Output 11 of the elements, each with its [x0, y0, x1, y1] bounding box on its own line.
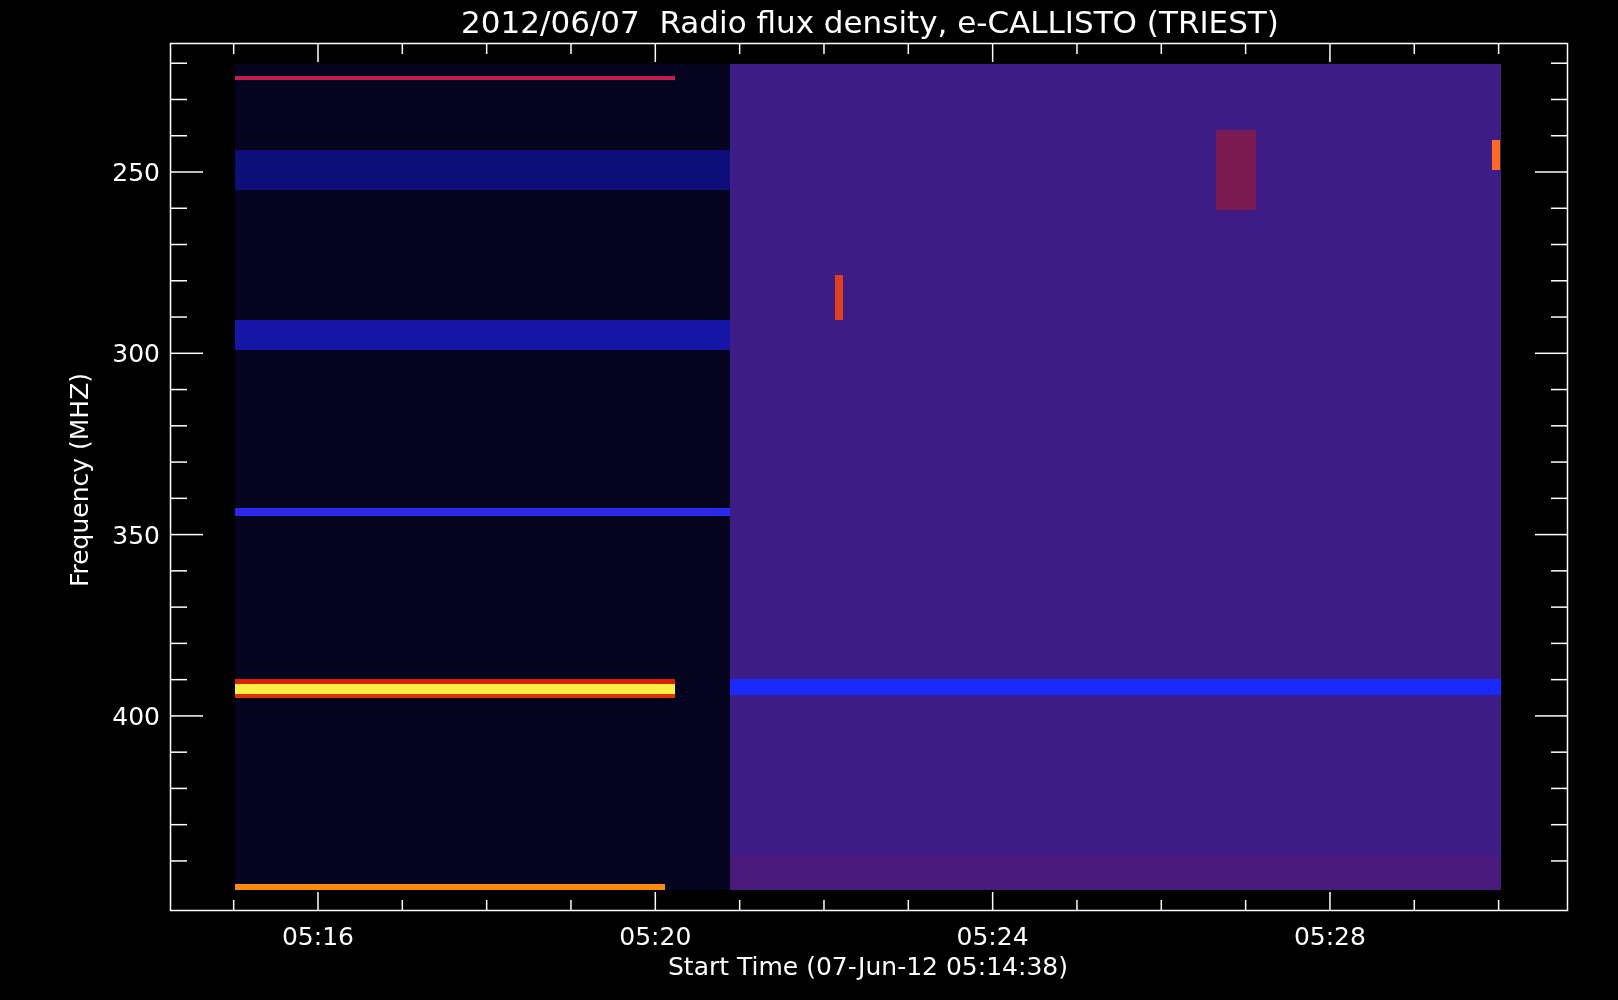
x-tick-label: 05:16	[282, 922, 354, 951]
x-axis-label: Start Time (07-Jun-12 05:14:38)	[668, 952, 1068, 981]
y-tick-label: 300	[112, 339, 160, 369]
y-tick-label: 250	[112, 158, 160, 187]
x-tick-label: 05:20	[619, 922, 692, 951]
y-tick-label: 400	[112, 701, 160, 731]
chart-title: 2012/06/07 Radio flux density, e-CALLISTO (TRIEST)	[461, 4, 1279, 40]
y-axis-label: Frequency (MHZ)	[65, 372, 94, 588]
x-tick-label: 05:28	[1293, 922, 1366, 951]
x-tick-label: 05:24	[956, 922, 1029, 951]
y-tick-label: 350	[112, 520, 160, 550]
